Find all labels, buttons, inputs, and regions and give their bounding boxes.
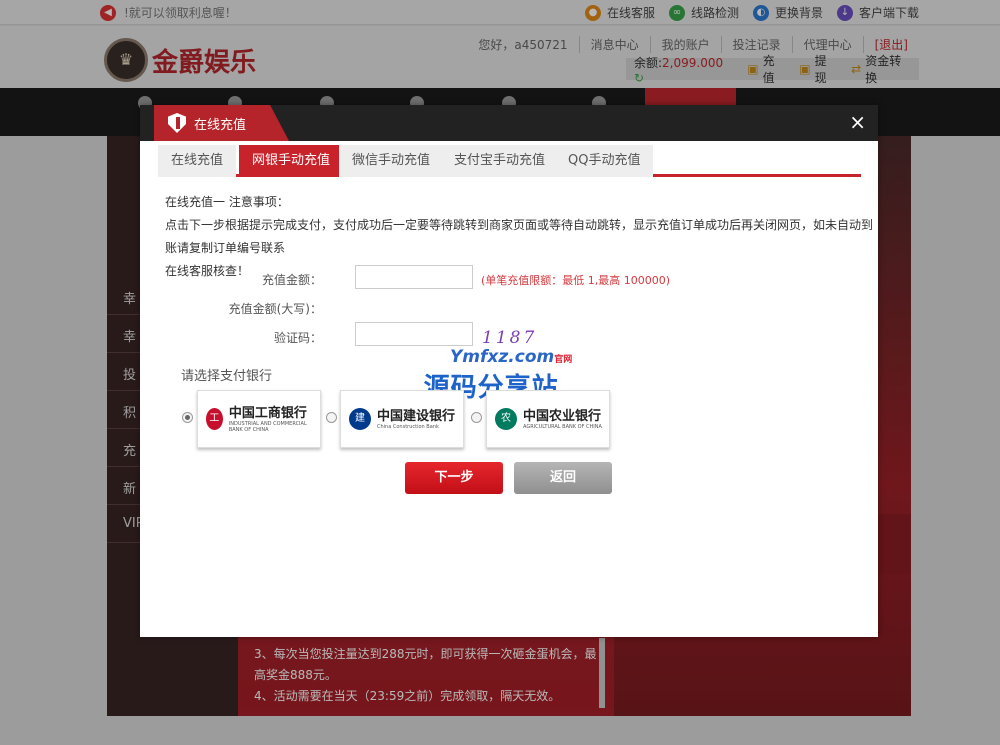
tab-bank-manual[interactable]: 网银手动充值	[239, 145, 344, 177]
icbc-logo-icon: 工	[206, 408, 223, 430]
bank-name: 中国农业银行	[523, 408, 602, 424]
bank-subtitle: China Construction Bank	[377, 423, 439, 430]
watermark-url: Ymfxz.com官网	[450, 347, 572, 367]
bank-name-block: 中国工商银行 INDUSTRIAL AND COMMERCIAL BANK OF…	[229, 406, 320, 433]
captcha-image[interactable]: 1187	[482, 328, 537, 348]
bank-name-block: 中国农业银行 AGRICULTURAL BANK OF CHINA	[523, 409, 602, 430]
close-button[interactable]: ×	[849, 111, 866, 133]
tab-alipay-manual[interactable]: 支付宝手动充值	[441, 145, 559, 177]
back-button[interactable]: 返回	[514, 462, 612, 494]
bank-radio-ccb[interactable]	[326, 412, 337, 423]
bank-subtitle: INDUSTRIAL AND COMMERCIAL BANK OF CHINA	[228, 420, 307, 433]
tab-qq-manual[interactable]: QQ手动充值	[555, 145, 654, 177]
bank-option-icbc[interactable]: 工 中国工商银行 INDUSTRIAL AND COMMERCIAL BANK …	[197, 390, 321, 448]
recharge-tabs: 在线充值 网银手动充值 微信手动充值 支付宝手动充值 QQ手动充值	[158, 143, 861, 177]
bank-option-abc[interactable]: 农 中国农业银行 AGRICULTURAL BANK OF CHINA	[486, 390, 610, 448]
bank-radio-icbc[interactable]	[182, 412, 193, 423]
bank-option-ccb[interactable]: 建 中国建设银行 China Construction Bank	[340, 390, 464, 448]
next-button[interactable]: 下一步	[405, 462, 503, 494]
shield-icon	[168, 113, 186, 133]
amount-input[interactable]	[355, 265, 473, 289]
ccb-logo-icon: 建	[349, 408, 371, 430]
bank-radio-abc[interactable]	[471, 412, 482, 423]
dialog-header: 在线充值 ×	[140, 105, 878, 141]
watermark-tag: 官网	[554, 355, 573, 365]
watermark-url-text: Ymfxz.com	[450, 347, 555, 367]
bank-name-block: 中国建设银行 China Construction Bank	[377, 409, 455, 430]
bank-subtitle: AGRICULTURAL BANK OF CHINA	[523, 423, 602, 430]
tab-wechat-manual[interactable]: 微信手动充值	[339, 145, 444, 177]
tab-online-recharge[interactable]: 在线充值	[158, 145, 237, 177]
limit-text: (单笔充值限额：最低 1,最高 100000)	[481, 274, 671, 287]
dialog-title-tab: 在线充值	[154, 105, 289, 141]
notes: 在线充值一 注意事项： 点击下一步根据提示完成支付，支付成功后一定要等待跳转到商…	[165, 191, 878, 283]
captcha-label: 验证码：	[273, 331, 322, 345]
amount-label: 充值金额：	[261, 273, 322, 287]
bank-name: 中国工商银行	[228, 405, 307, 421]
bank-name: 中国建设银行	[377, 408, 456, 424]
dialog-title: 在线充值	[194, 117, 247, 133]
choose-bank-label: 请选择支付银行	[181, 369, 273, 384]
notes-body: 点击下一步根据提示完成支付，支付成功后一定要等待跳转到商家页面或等待自动跳转，显…	[165, 218, 874, 255]
amount-words-label: 充值金额(大写)：	[228, 302, 322, 316]
notes-title: 在线充值一 注意事项：	[165, 195, 289, 209]
captcha-input[interactable]	[355, 322, 473, 346]
abc-logo-icon: 农	[495, 408, 517, 430]
recharge-dialog: 在线充值 × 在线充值 网银手动充值 微信手动充值 支付宝手动充值 QQ手动充值…	[140, 105, 878, 637]
